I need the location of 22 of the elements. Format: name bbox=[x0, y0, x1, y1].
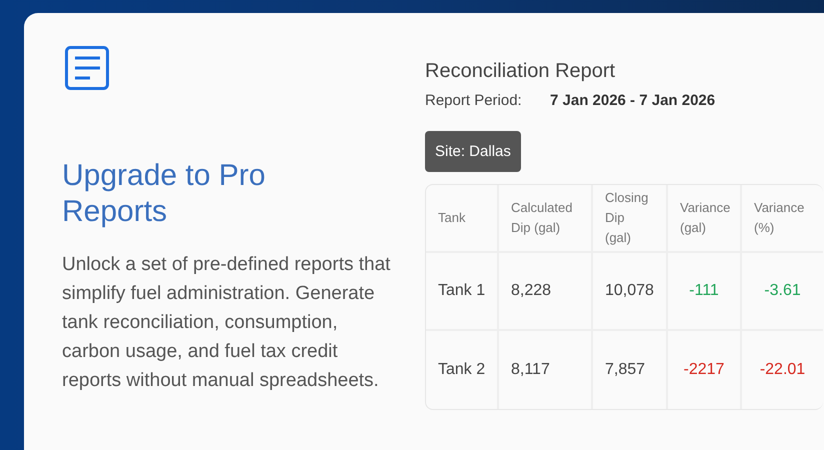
report-title: Reconciliation Report bbox=[425, 59, 616, 83]
promo-title: Upgrade to Pro Reports bbox=[62, 158, 266, 230]
table-cell-text: 8,228 bbox=[511, 281, 552, 301]
table-cell-text: Tank 2 bbox=[438, 360, 486, 380]
table-cell-text: -111 bbox=[689, 281, 719, 301]
table-cell-text: 8,117 bbox=[511, 360, 550, 380]
promo-description: Unlock a set of pre-defined reports that simplify fuel administration. Generate tank reconciliation, consumption, carbon usage, and fuel tax credit reports without manual spreadsheets. bbox=[62, 253, 392, 393]
table-cell-text: -2217 bbox=[684, 360, 724, 380]
table-cell-text: -22.01 bbox=[760, 360, 806, 380]
table-cell-text: -3.61 bbox=[764, 281, 801, 301]
table-cell-text: 7,857 bbox=[605, 360, 646, 380]
column-header: Variance (gal) bbox=[680, 199, 730, 237]
period-label: Report Period: bbox=[425, 92, 523, 110]
period-value: 7 Jan 2026 - 7 Jan 2026 bbox=[550, 92, 716, 110]
column-header: Closing Dip (gal) bbox=[605, 189, 650, 247]
site-badge: Site: Dallas bbox=[425, 131, 521, 172]
table-cell-text: Tank 1 bbox=[438, 281, 486, 301]
column-header: Variance (%) bbox=[754, 199, 806, 237]
document-icon bbox=[65, 46, 109, 90]
column-header: Tank bbox=[438, 209, 466, 227]
table-cell-text: 10,078 bbox=[605, 281, 654, 301]
column-header: Calculated Dip (gal) bbox=[511, 199, 574, 237]
